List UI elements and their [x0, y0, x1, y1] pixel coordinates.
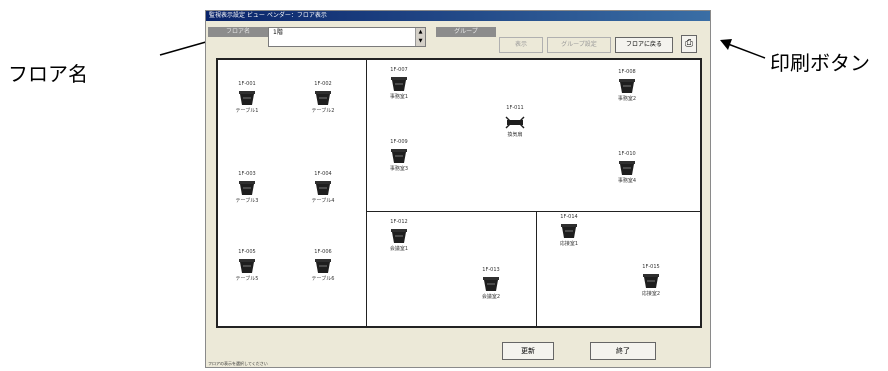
unit-label: テーブル2 — [311, 108, 335, 114]
unit-label: 事務室4 — [617, 178, 637, 184]
air-conditioner-icon — [619, 161, 635, 175]
unit-label: 事務室2 — [617, 96, 637, 102]
unit-name: 1F-004 — [314, 171, 332, 177]
unit-label: 会議室2 — [481, 294, 501, 300]
unit-name: 1F-009 — [390, 139, 408, 145]
unit-name: 1F-001 — [238, 81, 256, 87]
unit-label: テーブル6 — [311, 276, 335, 282]
unit-name: 1F-014 — [560, 214, 578, 220]
air-conditioner-icon — [315, 91, 331, 105]
unit-item[interactable]: 1F-006 テーブル6 — [303, 249, 343, 283]
unit-name: 1F-005 — [238, 249, 256, 255]
unit-label: 応接室2 — [641, 291, 661, 297]
print-button[interactable]: ⎙ — [681, 35, 697, 53]
air-conditioner-icon — [391, 149, 407, 163]
air-conditioner-icon — [391, 229, 407, 243]
spin-up-icon[interactable]: ▲ — [415, 28, 425, 37]
floor-select[interactable]: 1階 ▲ ▼ — [268, 27, 426, 47]
unit-item[interactable]: 1F-005 テーブル5 — [227, 249, 267, 283]
floor-map: 1F-001 テーブル1 1F-002 テーブル2 1F-003 テーブル3 1F-004 テ… — [216, 58, 702, 328]
unit-item[interactable]: 1F-004 テーブル4 — [303, 171, 343, 205]
unit-item[interactable]: 1F-014 応接室1 — [549, 214, 589, 248]
group-settings-button[interactable]: グループ設定 — [547, 37, 611, 53]
floor-select-value: 1階 — [273, 29, 283, 36]
air-conditioner-icon — [239, 181, 255, 195]
air-conditioner-icon — [505, 116, 525, 129]
unit-item[interactable]: 1F-009 事務室3 — [379, 139, 419, 173]
status-bar: フロアの表示を選択してください — [208, 361, 268, 366]
unit-label: テーブル3 — [235, 198, 259, 204]
unit-item[interactable]: 1F-012 会議室1 — [379, 219, 419, 253]
window-titlebar: 監視表示設定 ビュー ペンダー：フロア表示 — [206, 11, 710, 21]
unit-name: 1F-011 — [506, 105, 524, 111]
unit-label: 換気扇 — [507, 132, 523, 138]
toolbar: フロア名 1階 ▲ ▼ グループ 表示 グループ設定 フロアに戻る ⎙ — [206, 22, 710, 58]
floor-name-label: フロア名 — [208, 27, 268, 37]
air-conditioner-icon — [483, 277, 499, 291]
unit-item[interactable]: 1F-008 事務室2 — [607, 69, 647, 103]
floor-name-callout: フロア名 — [8, 62, 88, 86]
air-conditioner-icon — [391, 77, 407, 91]
air-conditioner-icon — [643, 274, 659, 288]
printer-icon: ⎙ — [685, 38, 693, 49]
unit-name: 1F-007 — [390, 67, 408, 73]
unit-name: 1F-002 — [314, 81, 332, 87]
unit-item[interactable]: 1F-010 事務室4 — [607, 151, 647, 185]
unit-name: 1F-013 — [482, 267, 500, 273]
print-callout-arrowhead — [720, 39, 732, 50]
unit-name: 1F-015 — [642, 264, 660, 270]
air-conditioner-icon — [239, 259, 255, 273]
unit-label: テーブル5 — [235, 276, 259, 282]
unit-item[interactable]: 1F-013 会議室2 — [471, 267, 511, 301]
unit-item[interactable]: 1F-015 応接室2 — [631, 264, 671, 298]
air-conditioner-icon — [315, 259, 331, 273]
unit-item[interactable]: 1F-001 テーブル1 — [227, 81, 267, 115]
unit-name: 1F-012 — [390, 219, 408, 225]
air-conditioner-icon — [315, 181, 331, 195]
unit-name: 1F-008 — [618, 69, 636, 75]
unit-item[interactable]: 1F-007 事務室1 — [379, 67, 419, 101]
group-label: グループ — [436, 27, 496, 37]
return-floor-button[interactable]: フロアに戻る — [615, 37, 673, 53]
print-button-callout: 印刷ボタン — [770, 51, 870, 75]
floor-view-window: 監視表示設定 ビュー ペンダー：フロア表示 フロア名 1階 ▲ ▼ グループ 表… — [205, 10, 711, 368]
air-conditioner-icon — [239, 91, 255, 105]
print-callout-arrow — [727, 43, 766, 59]
unit-label: 事務室1 — [389, 94, 409, 100]
unit-item[interactable]: 1F-011 換気扇 — [495, 105, 535, 139]
unit-name: 1F-010 — [618, 151, 636, 157]
air-conditioner-icon — [561, 224, 577, 238]
unit-label: テーブル1 — [235, 108, 259, 114]
unit-name: 1F-003 — [238, 171, 256, 177]
spin-down-icon[interactable]: ▼ — [415, 37, 425, 46]
unit-item[interactable]: 1F-002 テーブル2 — [303, 81, 343, 115]
air-conditioner-icon — [619, 79, 635, 93]
unit-name: 1F-006 — [314, 249, 332, 255]
update-button[interactable]: 更新 — [502, 342, 554, 360]
view-button[interactable]: 表示 — [499, 37, 543, 53]
unit-label: テーブル4 — [311, 198, 335, 204]
unit-label: 応接室1 — [559, 241, 579, 247]
unit-label: 事務室3 — [389, 166, 409, 172]
unit-label: 会議室1 — [389, 246, 409, 252]
unit-item[interactable]: 1F-003 テーブル3 — [227, 171, 267, 205]
close-button[interactable]: 終了 — [590, 342, 656, 360]
